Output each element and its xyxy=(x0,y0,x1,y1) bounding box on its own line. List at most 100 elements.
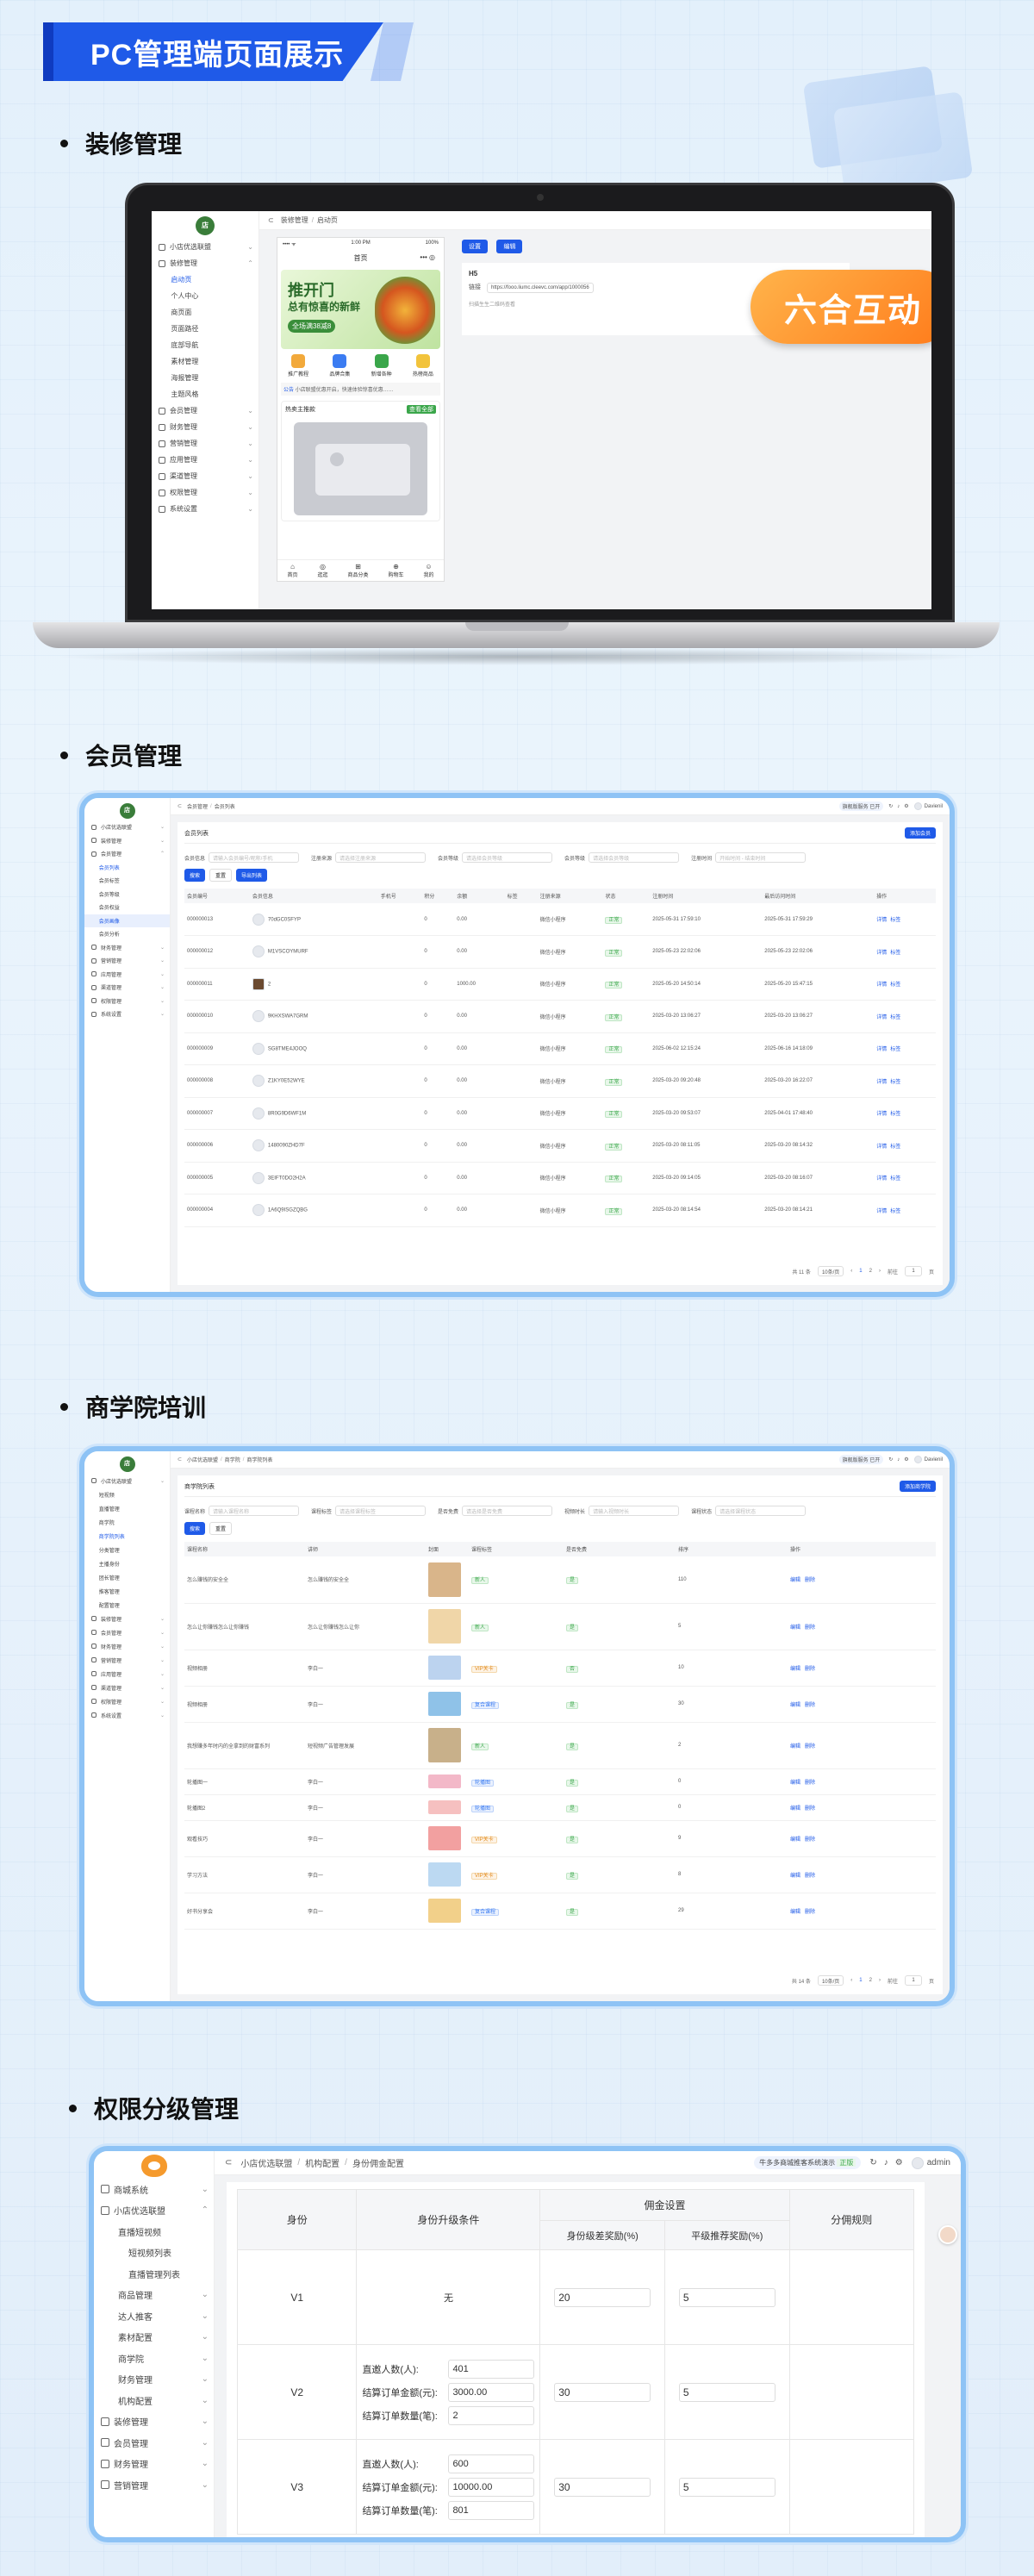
prev-page-icon[interactable]: ‹ xyxy=(850,1978,852,1983)
sidebar-item[interactable]: 会员管理 ⌄ xyxy=(152,402,258,419)
page-number[interactable]: 2 xyxy=(869,1978,872,1983)
page-number[interactable]: 2 xyxy=(869,1269,872,1274)
collapse-icon[interactable]: ⊂ xyxy=(178,803,182,809)
avatar[interactable] xyxy=(913,1456,922,1463)
admin-name[interactable]: Davienil xyxy=(925,804,943,809)
sidebar-item[interactable]: 应用管理 ⌄ xyxy=(152,452,258,468)
peer-reward-input[interactable]: 5 xyxy=(678,2287,776,2307)
tag-link[interactable]: 标签 xyxy=(890,918,900,923)
filter-input[interactable]: 请输入会员编号/昵称/手机 xyxy=(209,852,300,863)
tabbar-item[interactable]: ⊞ 商品分类 xyxy=(347,563,368,578)
detail-link[interactable]: 详情 xyxy=(876,918,887,923)
quick-entry[interactable]: 推广教程 xyxy=(288,354,308,377)
avatar[interactable] xyxy=(913,802,922,810)
sidebar-item[interactable]: 权限管理 ⌄ xyxy=(152,484,258,501)
page-number[interactable]: 1 xyxy=(859,1269,862,1274)
sidebar-item[interactable]: 商学院列表 xyxy=(84,1529,170,1543)
sidebar-item[interactable]: 主播身份 xyxy=(84,1556,170,1570)
sidebar-item[interactable]: 小店优选联盟 ⌄ xyxy=(152,239,258,255)
search-button[interactable]: 搜索 xyxy=(184,1522,206,1535)
sidebar-item[interactable]: 权限管理 ⌄ xyxy=(84,1694,170,1708)
detail-link[interactable]: 详情 xyxy=(876,982,887,988)
edit-link[interactable]: 编辑 xyxy=(790,1578,800,1583)
sidebar-item[interactable]: 权限管理 ⌄ xyxy=(84,995,170,1008)
breadcrumb-1[interactable]: 小店优选联盟 xyxy=(187,1456,218,1463)
edit-button[interactable]: 编辑 xyxy=(496,240,523,253)
filter-input[interactable]: 请选择是否免费 xyxy=(462,1506,553,1516)
sidebar-item[interactable]: 营销管理 ⌄ xyxy=(84,954,170,968)
sidebar-item[interactable]: 财务管理 ⌄ xyxy=(94,2454,214,2475)
collapse-icon[interactable]: ⊂ xyxy=(178,1456,182,1463)
breadcrumb-2[interactable]: 机构配置 xyxy=(305,2156,339,2169)
condition-input[interactable]: 2 xyxy=(448,2405,535,2425)
prev-page-icon[interactable]: ‹ xyxy=(850,1269,852,1274)
filter-input[interactable]: 请选择课程标签 xyxy=(335,1506,427,1516)
quick-entry[interactable]: 新增各种 xyxy=(371,354,392,377)
sidebar-item[interactable]: 财务管理 ⌄ xyxy=(84,941,170,955)
sidebar-item[interactable]: 财务管理 ⌄ xyxy=(84,1639,170,1653)
quick-entry[interactable]: 热榜商品 xyxy=(413,354,433,377)
sidebar-item[interactable]: 营销管理 ⌄ xyxy=(84,1653,170,1667)
detail-link[interactable]: 详情 xyxy=(876,1047,887,1052)
sidebar-item[interactable]: 直播管理列表 xyxy=(94,2263,214,2285)
tag-link[interactable]: 标签 xyxy=(890,1176,900,1182)
tag-link[interactable]: 标签 xyxy=(890,1112,900,1117)
next-page-icon[interactable]: › xyxy=(879,1978,881,1983)
sidebar-item[interactable]: 商学院 ⌄ xyxy=(94,2348,214,2369)
reset-button[interactable]: 重置 xyxy=(209,1522,233,1535)
sidebar-item[interactable]: 直播短视频 xyxy=(94,2221,214,2242)
sidebar-item[interactable]: 短视频列表 xyxy=(94,2242,214,2264)
sidebar-item[interactable]: 商学院 xyxy=(84,1515,170,1529)
delete-link[interactable]: 删除 xyxy=(805,1874,815,1879)
condition-input[interactable]: 10000.00 xyxy=(448,2477,535,2497)
detail-link[interactable]: 详情 xyxy=(876,1112,887,1117)
sidebar-item[interactable]: 装修管理 ⌄ xyxy=(94,2411,214,2433)
sidebar-item[interactable]: 装修管理 ⌄ xyxy=(84,1612,170,1625)
sidebar-item[interactable]: 渠道管理 ⌄ xyxy=(152,468,258,484)
phone-banner[interactable]: 推开门 总有惊喜的新鲜 全场满38减8 xyxy=(281,270,440,349)
collapse-icon[interactable]: ⊂ xyxy=(225,2158,232,2167)
settings-button[interactable]: 设置 xyxy=(462,240,488,253)
refresh-icon[interactable]: ↻ xyxy=(888,1456,893,1463)
avatar[interactable] xyxy=(911,2156,924,2169)
sidebar-item[interactable]: 短视频 xyxy=(84,1488,170,1501)
condition-input[interactable]: 3000.00 xyxy=(448,2382,535,2402)
sidebar-item[interactable]: 配置管理 xyxy=(84,1598,170,1612)
detail-link[interactable]: 详情 xyxy=(876,1080,887,1085)
sidebar-item[interactable]: 达人推客 ⌄ xyxy=(94,2305,214,2327)
sidebar-item[interactable]: 商品管理 ⌄ xyxy=(94,2285,214,2306)
filter-input[interactable]: 请选择会员等级 xyxy=(462,852,553,863)
edit-link[interactable]: 编辑 xyxy=(790,1667,800,1672)
sidebar-item[interactable]: 主题风格 xyxy=(152,386,258,402)
tag-link[interactable]: 标签 xyxy=(890,1047,900,1052)
detail-link[interactable]: 详情 xyxy=(876,951,887,956)
condition-input[interactable]: 401 xyxy=(448,2359,535,2379)
search-button[interactable]: 搜索 xyxy=(184,869,206,882)
sidebar-item[interactable]: 商页面 xyxy=(152,304,258,321)
sidebar-item[interactable]: 团长管理 xyxy=(84,1570,170,1584)
tag-link[interactable]: 标签 xyxy=(890,951,900,956)
edit-link[interactable]: 编辑 xyxy=(790,1874,800,1879)
sidebar-item[interactable]: 推客管理 xyxy=(84,1584,170,1598)
self-reward-input[interactable]: 20 xyxy=(554,2287,651,2307)
sidebar-item[interactable]: 小店优选联盟 ⌃ xyxy=(94,2200,214,2222)
tag-link[interactable]: 标签 xyxy=(890,1145,900,1150)
breadcrumb-2[interactable]: 商学院 xyxy=(225,1456,240,1463)
sidebar-item[interactable]: 应用管理 ⌄ xyxy=(84,968,170,982)
sidebar-item[interactable]: 分类管理 xyxy=(84,1543,170,1556)
filter-input[interactable]: 请选择注册来源 xyxy=(335,852,427,863)
sidebar-item[interactable]: 会员分析 xyxy=(84,927,170,941)
condition-input[interactable]: 600 xyxy=(448,2454,535,2473)
quick-entry[interactable]: 品牌合集 xyxy=(329,354,350,377)
sidebar-item[interactable]: 会员管理 ⌃ xyxy=(84,847,170,861)
sidebar-item[interactable]: 营销管理 ⌄ xyxy=(94,2474,214,2496)
detail-link[interactable]: 详情 xyxy=(876,1145,887,1150)
sidebar-item[interactable]: 系统设置 ⌄ xyxy=(84,1708,170,1722)
self-reward-input[interactable]: 30 xyxy=(554,2382,651,2402)
sidebar-item[interactable]: 会员等级 xyxy=(84,888,170,901)
sidebar-item[interactable]: 素材管理 xyxy=(152,353,258,370)
edit-link[interactable]: 编辑 xyxy=(790,1806,800,1812)
sidebar-item[interactable]: 个人中心 xyxy=(152,288,258,304)
refresh-icon[interactable]: ↻ xyxy=(888,803,893,809)
tabbar-item[interactable]: ◎ 逛逛 xyxy=(317,563,327,578)
